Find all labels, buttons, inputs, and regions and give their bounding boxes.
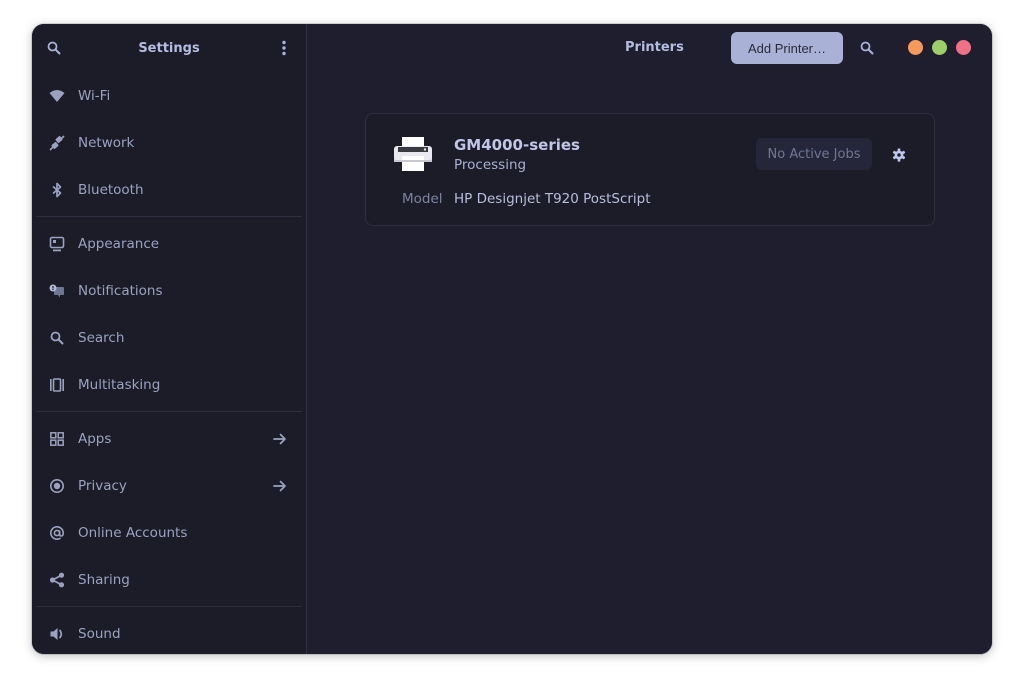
sidebar-item-notifications[interactable]: Notifications (36, 267, 302, 314)
minimize-button[interactable] (908, 40, 923, 55)
share-icon (48, 571, 66, 589)
sidebar-title: Settings (138, 40, 200, 56)
privacy-icon (48, 477, 66, 495)
arrow-right-icon (272, 478, 288, 494)
model-label: Model (402, 191, 443, 207)
printer-status: Processing (454, 157, 527, 173)
sidebar-item-label: Notifications (78, 282, 163, 299)
add-printer-button[interactable]: Add Printer… (731, 32, 843, 64)
sidebar-divider (36, 411, 302, 412)
page-title: Printers (625, 40, 684, 55)
sidebar-item-label: Privacy (78, 477, 127, 494)
search-icon[interactable] (855, 36, 879, 60)
sidebar-item-label: Sound (78, 625, 121, 642)
close-button[interactable] (956, 40, 971, 55)
multitasking-icon (48, 376, 66, 394)
printer-card: GM4000-series Processing Model HP Design… (365, 113, 935, 226)
appearance-icon (48, 235, 66, 253)
gear-icon[interactable] (888, 144, 910, 166)
at-sign-icon (48, 524, 66, 542)
sidebar-item-sound[interactable]: Sound (36, 610, 302, 654)
sidebar-item-bluetooth[interactable]: Bluetooth (36, 166, 302, 213)
bluetooth-icon (48, 181, 66, 199)
vertical-dots-icon[interactable] (272, 36, 296, 60)
sidebar-item-privacy[interactable]: Privacy (36, 462, 302, 509)
sidebar-item-label: Network (78, 134, 135, 151)
printer-name: GM4000-series (454, 136, 580, 154)
sidebar-list: Wi-Fi Network Bluetooth Appearance Notif… (32, 72, 306, 654)
main-content: Printers Add Printer… GM4000-series Proc… (307, 24, 992, 654)
sidebar-item-label: Multitasking (78, 376, 161, 393)
settings-window: Settings Wi-Fi Network Bluetooth Appeara… (32, 24, 992, 654)
sidebar-item-sharing[interactable]: Sharing (36, 556, 302, 603)
network-icon (48, 134, 66, 152)
sidebar-item-apps[interactable]: Apps (36, 415, 302, 462)
wifi-icon (48, 87, 66, 105)
sidebar-item-label: Search (78, 329, 125, 346)
sidebar-item-appearance[interactable]: Appearance (36, 220, 302, 267)
header-bar: Printers Add Printer… (307, 24, 992, 72)
sidebar-item-multitasking[interactable]: Multitasking (36, 361, 302, 408)
maximize-button[interactable] (932, 40, 947, 55)
sidebar-header: Settings (32, 24, 306, 72)
speaker-icon (48, 625, 66, 643)
sidebar-item-label: Bluetooth (78, 181, 144, 198)
sidebar-item-network[interactable]: Network (36, 119, 302, 166)
sidebar-item-online-accounts[interactable]: Online Accounts (36, 509, 302, 556)
sidebar-divider (36, 216, 302, 217)
apps-grid-icon (48, 430, 66, 448)
sidebar: Settings Wi-Fi Network Bluetooth Appeara… (32, 24, 307, 654)
sidebar-item-search[interactable]: Search (36, 314, 302, 361)
search-icon (48, 329, 66, 347)
arrow-right-icon (272, 431, 288, 447)
no-active-jobs-button[interactable]: No Active Jobs (756, 138, 872, 170)
notifications-icon (48, 282, 66, 300)
sidebar-item-label: Apps (78, 430, 112, 447)
printer-icon (392, 134, 434, 174)
sidebar-item-wifi[interactable]: Wi-Fi (36, 72, 302, 119)
sidebar-item-label: Wi-Fi (78, 87, 111, 104)
sidebar-item-label: Appearance (78, 235, 160, 252)
model-value: HP Designjet T920 PostScript (454, 191, 651, 207)
sidebar-item-label: Sharing (78, 571, 130, 588)
sidebar-item-label: Online Accounts (78, 524, 188, 541)
sidebar-divider (36, 606, 302, 607)
